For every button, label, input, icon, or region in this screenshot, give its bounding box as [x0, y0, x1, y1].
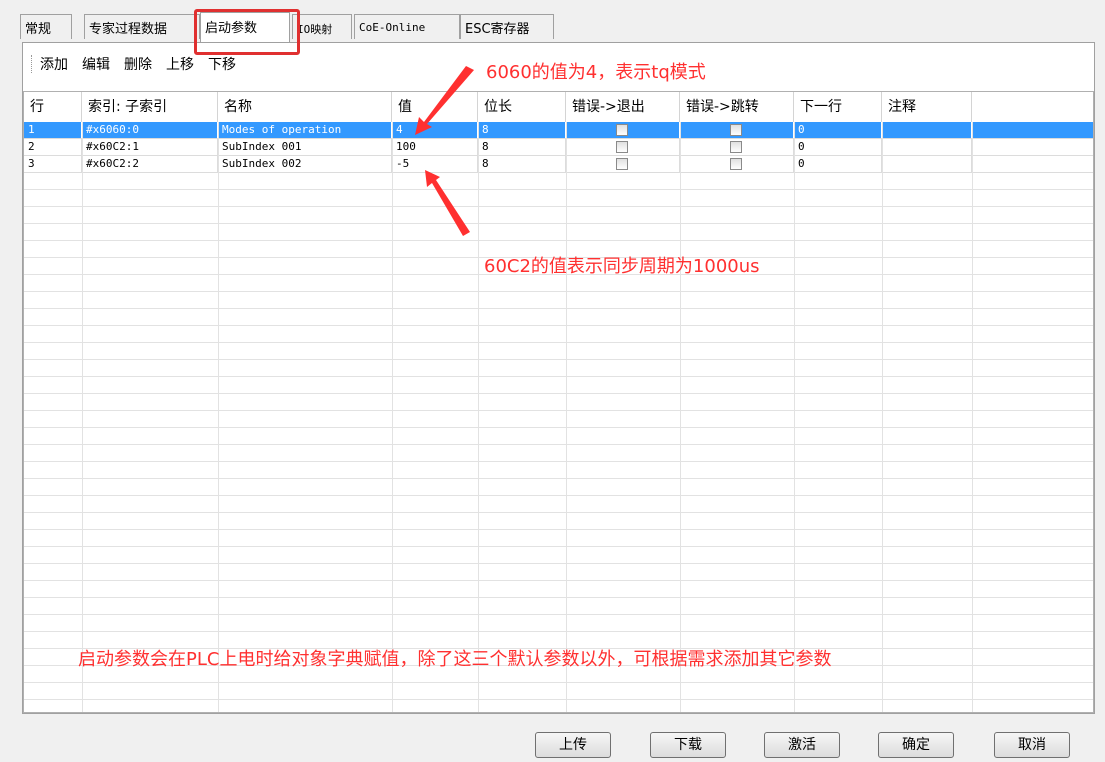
tab-general[interactable]: 常规: [20, 14, 72, 39]
empty-row: [24, 530, 1093, 547]
empty-row: [24, 411, 1093, 428]
col-name[interactable]: 名称: [218, 92, 392, 122]
cell-comment: [882, 122, 972, 138]
empty-row: [24, 292, 1093, 309]
tab-expert-process-data[interactable]: 专家过程数据: [84, 14, 200, 39]
empty-row: [24, 394, 1093, 411]
cell-name: SubIndex 002: [218, 156, 392, 172]
cell-error-exit: [566, 156, 680, 172]
tab-label: 常规: [25, 22, 52, 37]
annotation-sync-cycle: 60C2的值表示同步周期为1000us: [484, 256, 760, 277]
col-value[interactable]: 值: [392, 92, 478, 122]
cell-next-row: 0: [794, 139, 882, 155]
empty-row: [24, 598, 1093, 615]
cell-index: #x60C2:1: [82, 139, 218, 155]
add-button[interactable]: 添加: [40, 54, 68, 74]
table-row[interactable]: 2 #x60C2:1 SubIndex 001 100 8 0: [24, 139, 1093, 156]
tab-label: 专家过程数据: [89, 22, 168, 37]
tab-label: CoE-Online: [359, 21, 426, 34]
empty-row: [24, 479, 1093, 496]
cell-error-jump: [680, 156, 794, 172]
empty-row: [24, 360, 1093, 377]
activate-button[interactable]: 激活: [764, 732, 840, 758]
annotation-modes-of-operation: 6060的值为4，表示tq模式: [486, 62, 706, 83]
cell-index: #x60C2:2: [82, 156, 218, 172]
empty-row: [24, 190, 1093, 207]
toolbar: 添加 编辑 删除 上移 下移: [31, 53, 236, 75]
cell-name: Modes of operation: [218, 122, 392, 138]
empty-row: [24, 564, 1093, 581]
empty-row: [24, 615, 1093, 632]
cell-row: 3: [24, 156, 82, 172]
move-up-button[interactable]: 上移: [166, 54, 194, 74]
col-bit-length[interactable]: 位长: [478, 92, 566, 122]
empty-row: [24, 207, 1093, 224]
tab-label: ESC寄存器: [465, 22, 530, 37]
cell-name: SubIndex 001: [218, 139, 392, 155]
cell-comment: [882, 139, 972, 155]
col-error-jump[interactable]: 错误->跳转: [680, 92, 794, 122]
cell-row: 1: [24, 122, 82, 138]
cell-value[interactable]: 100: [392, 139, 478, 155]
error-jump-checkbox[interactable]: [730, 124, 742, 136]
tab-label: IO映射: [297, 23, 333, 36]
delete-button[interactable]: 删除: [124, 54, 152, 74]
cell-bit-length: 8: [478, 156, 566, 172]
empty-row: [24, 326, 1093, 343]
empty-row: [24, 445, 1093, 462]
empty-row: [24, 343, 1093, 360]
cell-index: #x6060:0: [82, 122, 218, 138]
cell-next-row: 0: [794, 156, 882, 172]
cell-bit-length: 8: [478, 139, 566, 155]
parameter-table[interactable]: 行 索引: 子索引 名称 值 位长 错误->退出 错误->跳转 下一行 注释 1…: [23, 91, 1094, 713]
error-exit-checkbox[interactable]: [616, 158, 628, 170]
empty-row: [24, 377, 1093, 394]
tab-coe-online[interactable]: CoE-Online: [354, 14, 460, 39]
table-row[interactable]: 1 #x6060:0 Modes of operation 4 8 0: [24, 122, 1093, 139]
tab-io-mapping[interactable]: IO映射: [292, 14, 352, 39]
error-exit-checkbox[interactable]: [616, 124, 628, 136]
empty-row: [24, 513, 1093, 530]
col-row[interactable]: 行: [24, 92, 82, 122]
col-error-exit[interactable]: 错误->退出: [566, 92, 680, 122]
tab-highlight-box: [194, 9, 300, 55]
empty-row: [24, 683, 1093, 700]
empty-row: [24, 173, 1093, 190]
empty-row: [24, 581, 1093, 598]
empty-row: [24, 224, 1093, 241]
cell-comment: [882, 156, 972, 172]
cell-error-exit: [566, 122, 680, 138]
cell-bit-length: 8: [478, 122, 566, 138]
cell-error-jump: [680, 139, 794, 155]
toolbar-grip: [31, 55, 34, 73]
col-index[interactable]: 索引: 子索引: [82, 92, 218, 122]
col-next-row[interactable]: 下一行: [794, 92, 882, 122]
cell-error-exit: [566, 139, 680, 155]
empty-row: [24, 462, 1093, 479]
empty-row: [24, 428, 1093, 445]
table-header: 行 索引: 子索引 名称 值 位长 错误->退出 错误->跳转 下一行 注释: [24, 92, 1093, 123]
col-comment[interactable]: 注释: [882, 92, 972, 122]
cancel-button[interactable]: 取消: [994, 732, 1070, 758]
empty-row: [24, 309, 1093, 326]
cell-value[interactable]: -5: [392, 156, 478, 172]
empty-row: [24, 547, 1093, 564]
cell-error-jump: [680, 122, 794, 138]
tab-esc-registers[interactable]: ESC寄存器: [460, 14, 554, 39]
empty-row: [24, 496, 1093, 513]
cell-row: 2: [24, 139, 82, 155]
error-jump-checkbox[interactable]: [730, 141, 742, 153]
startup-parameters-panel: 添加 编辑 删除 上移 下移 行 索引: 子索引 名称 值 位长 错误->退出 …: [22, 42, 1095, 714]
download-button[interactable]: 下载: [650, 732, 726, 758]
ok-button[interactable]: 确定: [878, 732, 954, 758]
error-jump-checkbox[interactable]: [730, 158, 742, 170]
move-down-button[interactable]: 下移: [208, 54, 236, 74]
table-row[interactable]: 3 #x60C2:2 SubIndex 002 -5 8 0: [24, 156, 1093, 173]
annotation-startup-note: 启动参数会在PLC上电时给对象字典赋值，除了这三个默认参数以外，可根据需求添加其…: [78, 649, 832, 670]
cell-next-row: 0: [794, 122, 882, 138]
upload-button[interactable]: 上传: [535, 732, 611, 758]
error-exit-checkbox[interactable]: [616, 141, 628, 153]
edit-button[interactable]: 编辑: [82, 54, 110, 74]
cell-value[interactable]: 4: [392, 122, 478, 138]
